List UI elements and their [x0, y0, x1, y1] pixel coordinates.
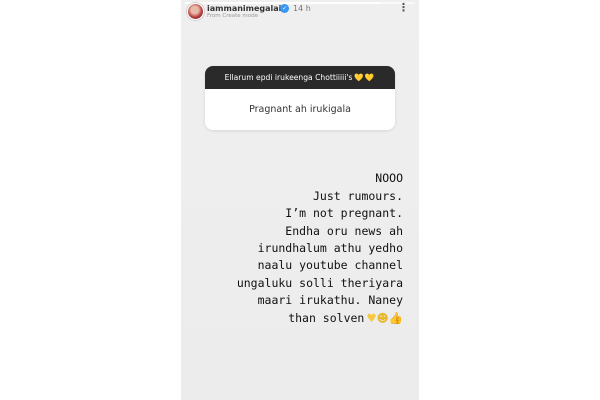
- question-answer: Pragnant ah irukigala: [249, 104, 351, 115]
- sunglasses-face-icon: ☻: [376, 310, 389, 325]
- question-prompt-text: Ellarum epdi irukeenga Chottiiiii's: [224, 73, 353, 82]
- story-header: iammanimegalai ✓ 14 h From Create mode ⋮: [187, 2, 413, 23]
- story-viewer[interactable]: iammanimegalai ✓ 14 h From Create mode ⋮…: [181, 0, 419, 400]
- reply-emojis: ♥☻👍: [366, 311, 403, 325]
- profile-avatar[interactable]: [187, 3, 204, 20]
- story-reply-text: NOOO Just rumours. I’m not pregnant. End…: [203, 153, 403, 327]
- question-sticker: Ellarum epdi irukeenga Chottiiiii's 💛💛 P…: [205, 66, 395, 130]
- story-subtitle: From Create mode: [207, 13, 258, 19]
- yellow-heart-icon: 💛💛: [354, 73, 376, 82]
- username[interactable]: iammanimegalai: [207, 4, 281, 13]
- yellow-heart-icon: ♥: [366, 310, 377, 325]
- verified-badge-icon: ✓: [280, 4, 289, 13]
- question-prompt: Ellarum epdi irukeenga Chottiiiii's 💛💛: [205, 66, 395, 89]
- post-time: 14 h: [293, 4, 311, 13]
- more-options-icon[interactable]: ⋮: [398, 2, 409, 14]
- thumbs-up-icon: 👍: [388, 310, 403, 325]
- reply-text: NOOO Just rumours. I’m not pregnant. End…: [236, 171, 403, 325]
